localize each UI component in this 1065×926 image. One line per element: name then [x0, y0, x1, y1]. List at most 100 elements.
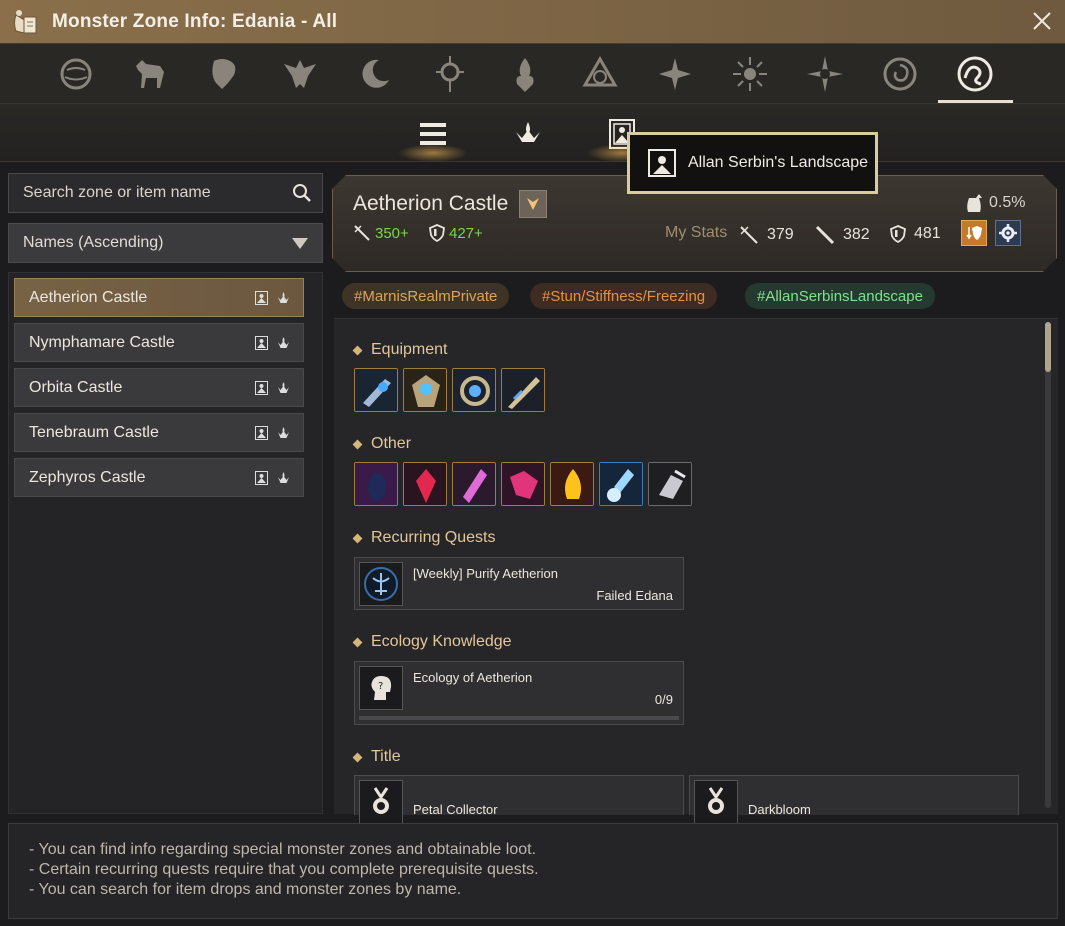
ecology-progress-bar	[359, 716, 679, 720]
section-equipment: Equipment	[352, 341, 448, 359]
zone-name: Orbita Castle	[29, 378, 123, 396]
zone-name: Zephyros Castle	[29, 468, 146, 486]
my-defense: 481	[890, 225, 941, 243]
equipment-item[interactable]	[354, 368, 398, 412]
tooltip-text: Allan Serbin's Landscape	[688, 154, 869, 171]
required-attack: 350+	[353, 224, 409, 242]
landscape-icon	[255, 426, 268, 440]
window-title: Monster Zone Info: Edania - All	[52, 10, 338, 32]
swirl-icon[interactable]	[953, 52, 997, 96]
quest-name: [Weekly] Purify Aetherion	[413, 566, 558, 581]
other-item[interactable]	[501, 462, 545, 506]
required-defense: 427+	[429, 224, 483, 242]
zone-title: Aetherion Castle	[353, 192, 509, 215]
equipment-item[interactable]	[501, 368, 545, 412]
search-icon[interactable]	[292, 183, 312, 208]
zone-item[interactable]: Orbita Castle	[14, 368, 304, 407]
landscape-icon	[255, 291, 268, 305]
chevron-down-icon[interactable]	[519, 190, 547, 218]
other-item[interactable]	[403, 462, 447, 506]
scrollbar-thumb[interactable]	[1045, 322, 1051, 372]
shield-icon	[429, 224, 445, 242]
search-box	[8, 173, 323, 213]
hashtag[interactable]: #AllanSerbinsLandscape	[745, 283, 935, 309]
zone-name: Nymphamare Castle	[29, 333, 175, 351]
zone-item[interactable]: Nymphamare Castle	[14, 323, 304, 362]
sort-label: Names (Ascending)	[23, 234, 164, 251]
title-name: Petal Collector	[413, 802, 498, 817]
list-icon[interactable]	[398, 112, 468, 162]
title-bar: Monster Zone Info: Edania - All	[0, 0, 1065, 44]
scroll-bag-icon	[8, 5, 42, 39]
sub-tabs	[0, 104, 1065, 162]
sun-icon[interactable]	[728, 52, 772, 96]
hashtag[interactable]: #MarnisRealmPrivate	[342, 283, 510, 309]
equipment-item[interactable]	[452, 368, 496, 412]
orb-icon[interactable]	[428, 52, 472, 96]
landscape-icon	[255, 336, 268, 350]
help-line: - Certain recurring quests require that …	[29, 861, 539, 878]
scrollbar-track[interactable]	[1045, 322, 1051, 808]
ecology-card[interactable]: ? Ecology of Aetherion 0/9	[354, 661, 684, 725]
title-name: Darkbloom	[748, 802, 811, 817]
close-icon[interactable]	[1031, 10, 1053, 32]
zone-name: Tenebraum Castle	[29, 423, 159, 441]
zone-item[interactable]: Zephyros Castle	[14, 458, 304, 497]
other-item[interactable]	[354, 462, 398, 506]
zone-details: Equipment Other Recurring Quests [Weekly…	[334, 318, 1058, 824]
tooltip: Allan Serbin's Landscape	[627, 132, 878, 194]
my-stats-label: My Stats	[665, 224, 728, 241]
landscape-icon	[255, 381, 268, 395]
horse-icon[interactable]	[128, 52, 172, 96]
settings-button[interactable]	[995, 220, 1021, 246]
chevron-down-icon	[292, 238, 308, 249]
zone-name: Aetherion Castle	[29, 288, 148, 306]
sort-dropdown[interactable]: Names (Ascending)	[8, 223, 323, 263]
other-item[interactable]	[648, 462, 692, 506]
compass-icon[interactable]	[803, 52, 847, 96]
star-icon[interactable]	[653, 52, 697, 96]
quest-card[interactable]: [Weekly] Purify Aetherion Failed Edana	[354, 557, 684, 610]
sword-icon	[353, 224, 371, 242]
help-line: - You can search for item drops and mons…	[29, 881, 462, 898]
section-title: Title	[352, 748, 401, 766]
flame-icon[interactable]	[503, 52, 547, 96]
other-item[interactable]	[599, 462, 643, 506]
ecology-progress: 0/9	[654, 692, 673, 707]
my-attack: 379	[739, 225, 794, 245]
crown-flame-icon[interactable]	[503, 112, 553, 156]
crown-flame-icon	[277, 291, 290, 305]
medal-icon	[694, 780, 738, 824]
landscape-icon	[648, 149, 676, 177]
eagle-icon[interactable]	[278, 52, 322, 96]
title-card[interactable]: Petal Collector	[354, 775, 684, 824]
section-ecology: Ecology Knowledge	[352, 633, 512, 651]
required-defense-value: 427+	[449, 224, 483, 242]
required-attack-value: 350+	[375, 224, 409, 242]
search-input[interactable]	[23, 184, 283, 202]
hashtag[interactable]: #Stun/Stiffness/Freezing	[530, 283, 718, 309]
quest-icon	[359, 562, 403, 606]
globe-icon[interactable]	[54, 52, 98, 96]
drop-rate: 0.5%	[963, 192, 1025, 214]
zone-item[interactable]: Tenebraum Castle	[14, 413, 304, 452]
lion-icon[interactable]	[203, 52, 247, 96]
ecology-head-icon: ?	[359, 666, 403, 710]
category-tabs	[0, 44, 1065, 104]
crown-flame-icon	[277, 381, 290, 395]
loot-bag-icon	[963, 192, 985, 214]
knot-icon[interactable]	[578, 52, 622, 96]
crown-flame-icon	[277, 426, 290, 440]
moon-icon[interactable]	[353, 52, 397, 96]
sword-icon	[739, 225, 759, 245]
shield-arrow-icon	[965, 224, 983, 242]
other-item[interactable]	[452, 462, 496, 506]
crown-flame-icon	[277, 336, 290, 350]
spiral-icon[interactable]	[878, 52, 922, 96]
equipment-item[interactable]	[403, 368, 447, 412]
defense-toggle-button[interactable]	[961, 220, 987, 246]
title-card[interactable]: Darkbloom	[689, 775, 1019, 824]
zone-item[interactable]: Aetherion Castle	[14, 278, 304, 317]
other-item[interactable]	[550, 462, 594, 506]
svg-text:?: ?	[378, 681, 383, 692]
